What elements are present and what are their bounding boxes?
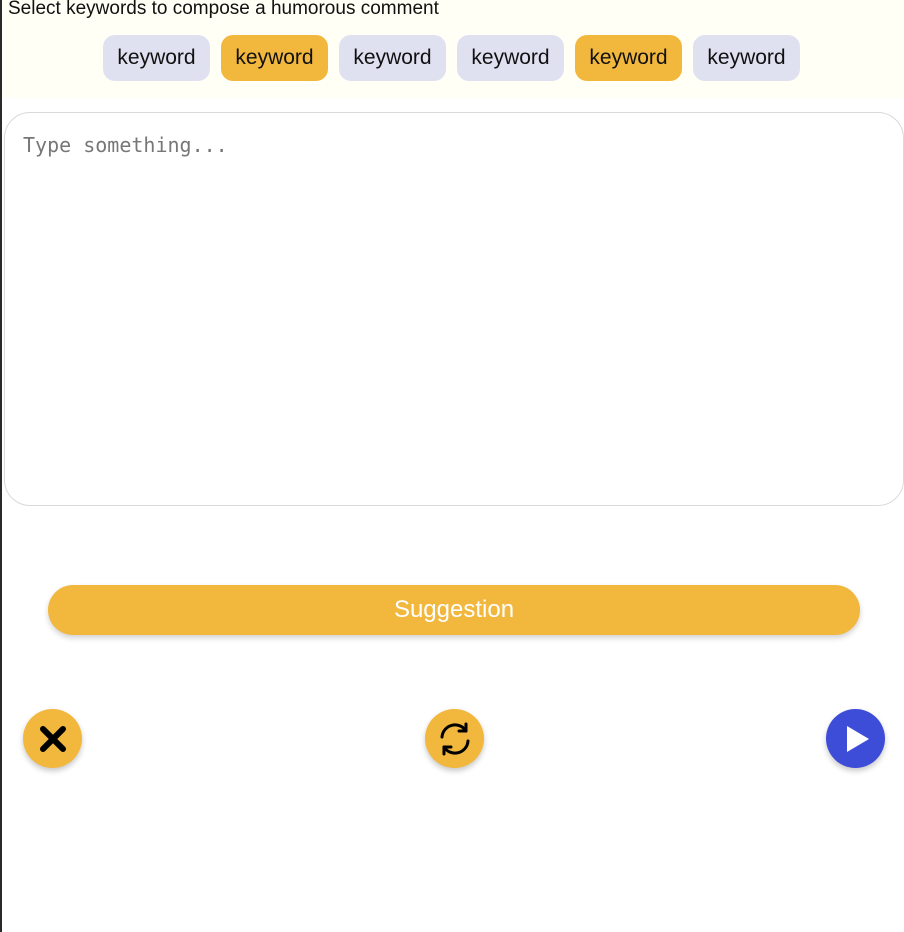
refresh-icon <box>440 722 469 755</box>
suggestion-button[interactable]: Suggestion <box>48 585 860 635</box>
keyword-chip[interactable]: keyword <box>339 35 446 81</box>
keyword-list: keyword keyword keyword keyword keyword … <box>103 35 800 81</box>
send-button[interactable] <box>826 709 885 768</box>
keyword-panel: Select keywords to compose a humorous co… <box>2 0 904 98</box>
instruction-text: Select keywords to compose a humorous co… <box>8 0 439 19</box>
comment-input[interactable] <box>5 113 903 505</box>
keyword-chip[interactable]: keyword <box>103 35 210 81</box>
play-icon <box>846 725 869 752</box>
app-root: Select keywords to compose a humorous co… <box>0 0 904 932</box>
keyword-chip[interactable]: keyword <box>575 35 682 81</box>
comment-box <box>4 112 904 506</box>
close-icon <box>39 725 66 752</box>
keyword-chip[interactable]: keyword <box>457 35 564 81</box>
refresh-button[interactable] <box>425 709 484 768</box>
keyword-chip[interactable]: keyword <box>693 35 800 81</box>
close-button[interactable] <box>23 709 82 768</box>
keyword-chip[interactable]: keyword <box>221 35 328 81</box>
